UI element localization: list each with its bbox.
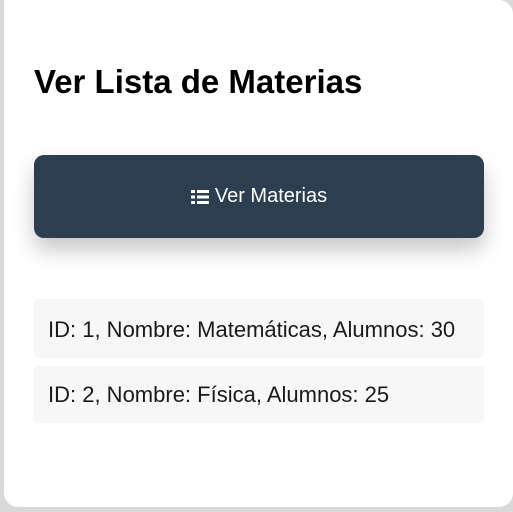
view-materias-button[interactable]: Ver Materias [34, 155, 484, 238]
page-title: Ver Lista de Materias [34, 63, 363, 100]
list-item: ID: 2, Nombre: Física, Alumnos: 25 [34, 366, 484, 423]
list-icon [190, 189, 209, 205]
materias-list: ID: 1, Nombre: Matemáticas, Alumnos: 30 … [34, 299, 484, 431]
main-card: Ver Lista de Materias Ver Materias ID: 1… [4, 0, 513, 507]
list-item: ID: 1, Nombre: Matemáticas, Alumnos: 30 [34, 299, 484, 358]
view-materias-label: Ver Materias [214, 185, 328, 207]
